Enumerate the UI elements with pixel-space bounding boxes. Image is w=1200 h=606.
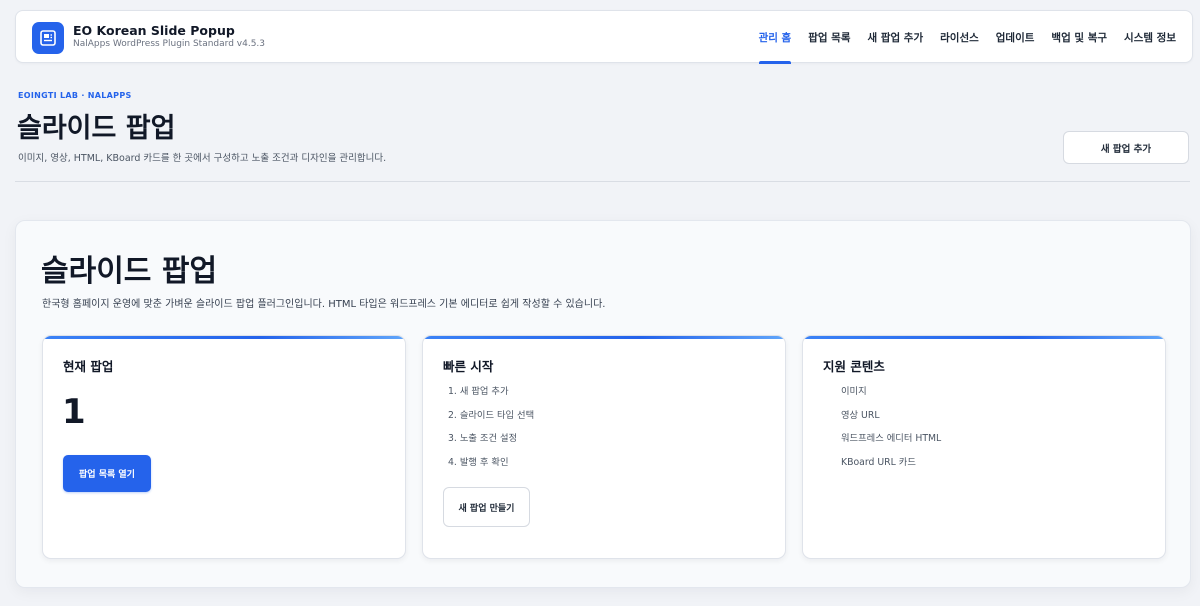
supported-content-list: 이미지 영상 URL 워드프레스 에디터 HTML KBoard URL 카드 (841, 384, 941, 478)
header-divider (15, 181, 1190, 182)
nav-item-system-info[interactable]: 시스템 정보 (1124, 11, 1176, 64)
nav-item-license[interactable]: 라이선스 (940, 11, 979, 64)
list-item: 2. 슬라이드 타입 선택 (448, 409, 535, 421)
list-item: 3. 노출 조건 설정 (448, 433, 518, 444)
open-popup-list-button[interactable]: 팝업 목록 열기 (63, 455, 151, 492)
brand-subtitle: NalApps WordPress Plugin Standard v4.5.3 (73, 39, 266, 49)
eyebrow-label: EOINGTI LAB · NALAPPS (18, 91, 132, 100)
card-title: 빠른 시작 (443, 359, 494, 374)
page-title: 슬라이드 팝업 (17, 113, 176, 144)
nav-item-backup-restore[interactable]: 백업 및 복구 (1051, 11, 1107, 64)
add-popup-button[interactable]: 새 팝업 추가 (1063, 131, 1189, 164)
list-item: 4. 발행 후 확인 (448, 456, 509, 468)
list-item: 영상 URL (841, 409, 880, 421)
current-popups-card: 현재 팝업 1 팝업 목록 열기 (42, 335, 406, 559)
quick-start-card: 빠른 시작 1. 새 팝업 추가 2. 슬라이드 타입 선택 3. 노출 조건 … (422, 335, 786, 559)
main-nav: 관리 홈 팝업 목록 새 팝업 추가 라이선스 업데이트 백업 및 복구 시스템… (758, 11, 1176, 64)
brand-title: EO Korean Slide Popup (73, 23, 235, 38)
panel-title: 슬라이드 팝업 (41, 254, 218, 289)
card-title: 지원 콘텐츠 (823, 359, 885, 374)
nav-item-admin-home[interactable]: 관리 홈 (758, 11, 791, 64)
top-bar: EO Korean Slide Popup NalApps WordPress … (15, 10, 1193, 64)
quick-start-steps: 1. 새 팝업 추가 2. 슬라이드 타입 선택 3. 노출 조건 설정 4. … (448, 384, 534, 478)
create-popup-button[interactable]: 새 팝업 만들기 (443, 487, 530, 527)
overview-panel: 슬라이드 팝업 한국형 홈페이지 운영에 맞춘 가벼운 슬라이드 팝업 플러그인… (15, 220, 1191, 588)
list-item: 1. 새 팝업 추가 (448, 386, 509, 397)
popup-slide-icon (32, 22, 64, 54)
panel-description: 한국형 홈페이지 운영에 맞춘 가벼운 슬라이드 팝업 플러그인입니다. HTM… (42, 299, 606, 310)
list-item: KBoard URL 카드 (841, 456, 916, 468)
card-title: 현재 팝업 (63, 359, 114, 374)
list-item: 이미지 (841, 386, 867, 397)
nav-item-popup-list[interactable]: 팝업 목록 (808, 11, 850, 64)
popup-count: 1 (62, 392, 86, 432)
nav-item-update[interactable]: 업데이트 (996, 11, 1035, 64)
list-item: 워드프레스 에디터 HTML (841, 433, 942, 444)
nav-item-add-popup[interactable]: 새 팝업 추가 (868, 11, 924, 64)
page-description: 이미지, 영상, HTML, KBoard 카드를 한 곳에서 구성하고 노출 … (18, 153, 387, 164)
supported-content-card: 지원 콘텐츠 이미지 영상 URL 워드프레스 에디터 HTML KBoard … (802, 335, 1166, 559)
